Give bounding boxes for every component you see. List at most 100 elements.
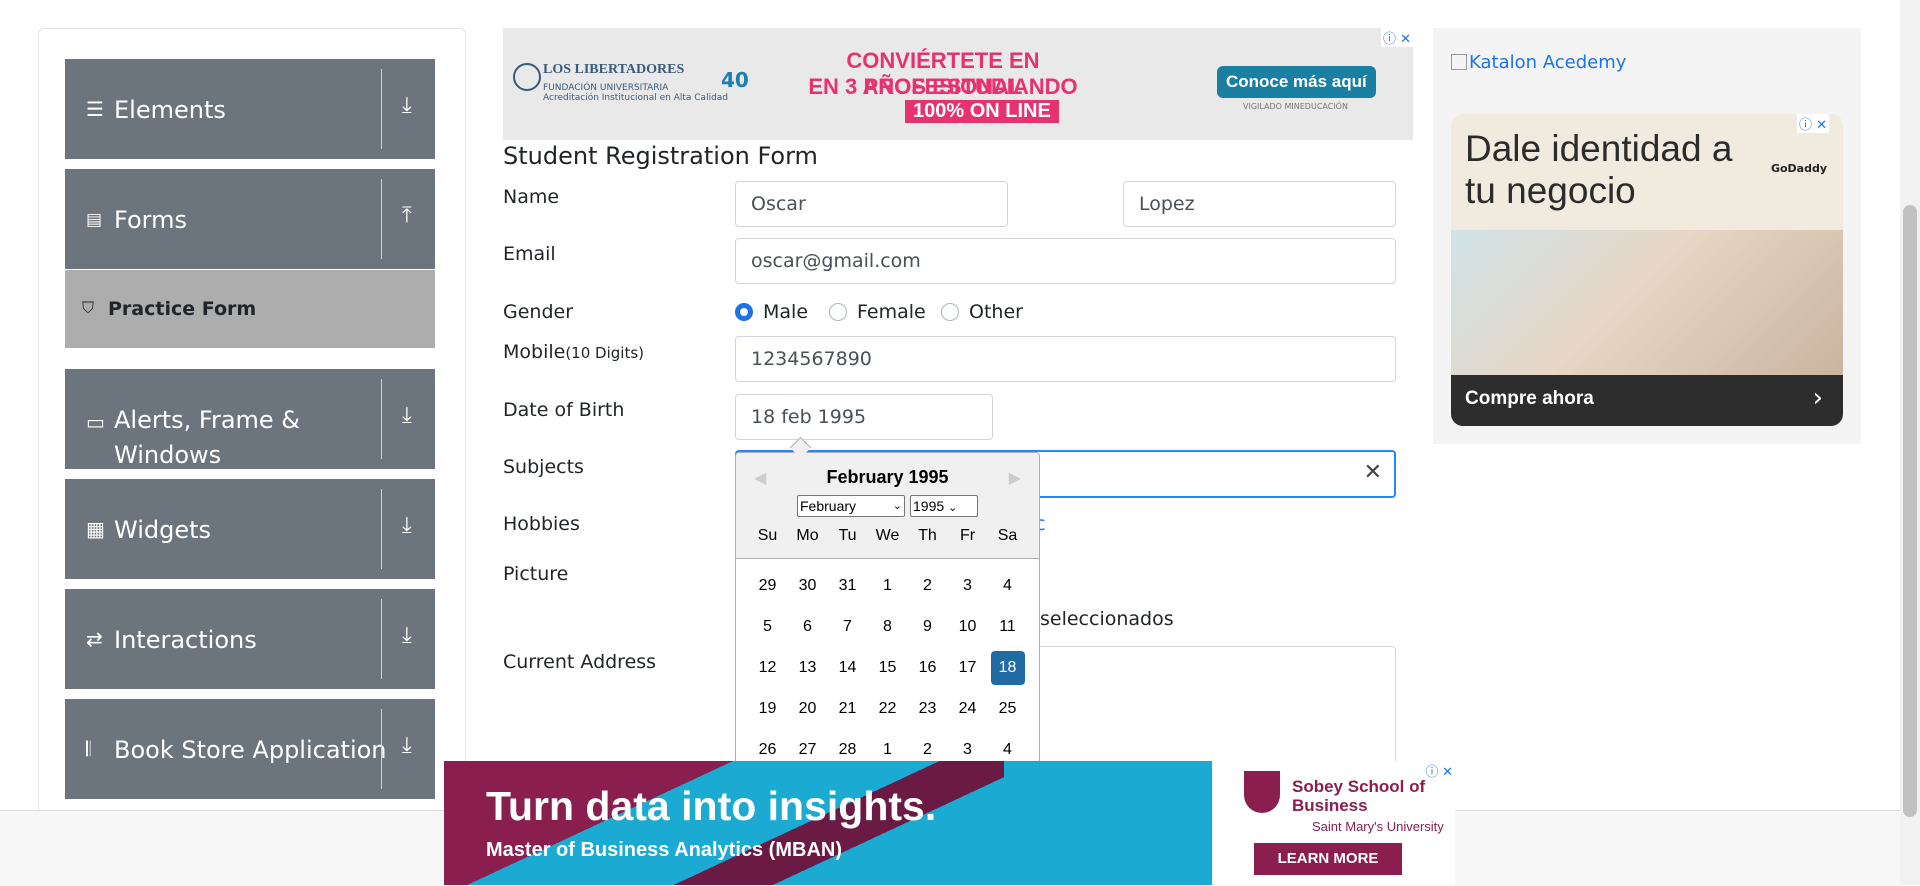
datepicker-day[interactable]: 1 [871, 733, 905, 763]
datepicker-day[interactable]: 21 [831, 692, 865, 726]
first-name-input[interactable]: Oscar [735, 181, 1008, 227]
datepicker-day[interactable]: 3 [951, 733, 985, 763]
bottom-banner-ad[interactable]: Turn data into insights. Master of Busin… [444, 761, 1455, 885]
info-icon[interactable]: ⓘ [1425, 764, 1438, 779]
datepicker-day[interactable]: 29 [751, 569, 785, 603]
upload-arrow-icon[interactable]: ⤒ [402, 203, 412, 228]
sidebar-group-forms[interactable]: ▤ Forms ⤒ [65, 169, 435, 269]
clear-icon[interactable]: ✕ [1364, 460, 1382, 485]
close-icon[interactable]: ✕ [1442, 764, 1453, 779]
ad-headline-2: EN 3 AÑOS ESTUDIANDO [808, 74, 1078, 99]
ad-cta-button[interactable]: Compre ahora › [1451, 375, 1843, 426]
dob-label: Date of Birth [503, 399, 625, 421]
learn-more-button[interactable]: LEARN MORE [1254, 843, 1402, 875]
month-select[interactable]: February ⌄ [797, 495, 905, 517]
download-arrow-icon[interactable]: ⤓ [402, 513, 412, 538]
right-sidebar-ad[interactable]: Katalon Acedemy Dale identidad a tu nego… [1433, 28, 1861, 444]
info-icon[interactable]: ⓘ [1383, 32, 1396, 47]
datepicker-day[interactable]: 15 [871, 651, 905, 685]
datepicker-day[interactable]: 11 [991, 610, 1025, 644]
datepicker-day[interactable]: 4 [991, 733, 1025, 763]
datepicker-week: 19 20 21 22 23 24 25 [736, 692, 1039, 733]
page-title: Student Registration Form [503, 142, 818, 170]
ad-choices[interactable]: ⓘ ✕ [1423, 761, 1455, 780]
radio-checked-icon[interactable] [735, 303, 753, 321]
datepicker-day[interactable]: 2 [911, 733, 945, 763]
datepicker-day[interactable]: 26 [751, 733, 785, 763]
datepicker-day[interactable]: 5 [751, 610, 785, 644]
datepicker-day[interactable]: 8 [871, 610, 905, 644]
radio-label: Female [857, 301, 926, 323]
datepicker-day[interactable]: 14 [831, 651, 865, 685]
sidebar-item-label: Practice Form [108, 298, 257, 320]
mobile-input[interactable]: 1234567890 [735, 336, 1396, 382]
download-arrow-icon[interactable]: ⤓ [402, 623, 412, 648]
datepicker-day[interactable]: 7 [831, 610, 865, 644]
sidebar-group-alerts[interactable]: ▭ Alerts, Frame & Windows ⤓ [65, 369, 435, 469]
scrollbar-thumb[interactable] [1903, 205, 1917, 817]
datepicker-day[interactable]: 20 [791, 692, 825, 726]
download-arrow-icon[interactable]: ⤓ [402, 403, 412, 428]
katalon-ad-link[interactable]: Katalon Acedemy [1451, 52, 1626, 73]
chevron-down-icon: ⌄ [892, 500, 902, 512]
sidebar-group-book-store[interactable]: 𝄃 Book Store Application ⤓ [65, 699, 435, 799]
ad-school-panel: Sobey School of Business Saint Mary's Un… [1212, 761, 1455, 885]
datepicker-day[interactable]: 25 [991, 692, 1025, 726]
datepicker-day[interactable]: 12 [751, 651, 785, 685]
dob-input[interactable]: 18 feb 1995 [735, 394, 993, 440]
godaddy-ad[interactable]: Dale identidad a tu negocio GoDaddy Comp… [1451, 114, 1843, 426]
close-icon[interactable]: ✕ [1816, 118, 1827, 133]
sidebar-group-widgets[interactable]: ▦ Widgets ⤓ [65, 479, 435, 579]
datepicker-day[interactable]: 19 [751, 692, 785, 726]
info-icon[interactable]: ⓘ [1799, 118, 1812, 133]
vertical-scrollbar[interactable] [1900, 0, 1920, 885]
datepicker-day-selected[interactable]: 18 [990, 651, 1025, 685]
email-label: Email [503, 243, 556, 265]
gender-radio-female[interactable]: Female [829, 301, 926, 323]
datepicker-day[interactable]: 2 [911, 569, 945, 603]
datepicker-day[interactable]: 30 [791, 569, 825, 603]
datepicker-day[interactable]: 16 [911, 651, 945, 685]
download-arrow-icon[interactable]: ⤓ [402, 93, 412, 118]
weekday-header: Su Mo Tu We Th Fr Sa [736, 527, 1039, 545]
datepicker-day[interactable]: 17 [951, 651, 985, 685]
datepicker-day[interactable]: 27 [791, 733, 825, 763]
datepicker-day[interactable]: 22 [871, 692, 905, 726]
sidebar-item-practice-form[interactable]: ⛉ Practice Form [65, 270, 435, 348]
radio-unchecked-icon[interactable] [829, 303, 847, 321]
datepicker-day[interactable]: 6 [791, 610, 825, 644]
datepicker-day[interactable]: 10 [951, 610, 985, 644]
gender-radio-male[interactable]: Male [735, 301, 808, 323]
datepicker-day[interactable]: 24 [951, 692, 985, 726]
year-select[interactable]: 1995 ⌄ [910, 495, 978, 517]
last-name-input[interactable]: Lopez [1123, 181, 1396, 227]
email-input[interactable]: oscar@gmail.com [735, 238, 1396, 284]
close-icon[interactable]: ✕ [1400, 32, 1411, 47]
gender-radio-other[interactable]: Other [941, 301, 1023, 323]
sidebar-group-interactions[interactable]: ⇄ Interactions ⤓ [65, 589, 435, 689]
document-icon: ▤ [86, 210, 103, 230]
divider [381, 379, 382, 459]
weekday-label: Th [918, 527, 937, 544]
radio-unchecked-icon[interactable] [941, 303, 959, 321]
html5-icon: ⛉ [82, 298, 95, 317]
download-arrow-icon[interactable]: ⤓ [402, 733, 412, 758]
datepicker-day[interactable]: 13 [791, 651, 825, 685]
datepicker-day[interactable]: 31 [831, 569, 865, 603]
datepicker-day[interactable]: 3 [951, 569, 985, 603]
sidebar-group-elements[interactable]: ☰ Elements ⤓ [65, 59, 435, 159]
datepicker-day[interactable]: 4 [991, 569, 1025, 603]
subjects-label: Subjects [503, 456, 584, 478]
ad-choices[interactable]: ⓘ ✕ [1796, 114, 1829, 133]
weekday-label: Mo [796, 527, 819, 544]
datepicker-day[interactable]: 28 [831, 733, 865, 763]
datepicker-day[interactable]: 23 [911, 692, 945, 726]
top-banner-ad[interactable]: LOS LIBERTADORES FUNDACIÓN UNIVERSITARIA… [503, 28, 1413, 140]
next-month-icon[interactable]: ▶ [1009, 468, 1021, 488]
datepicker-day[interactable]: 9 [911, 610, 945, 644]
ad-choices[interactable]: ⓘ ✕ [1380, 28, 1413, 47]
sidebar-group-label: Interactions [114, 626, 257, 654]
datepicker-day[interactable]: 1 [871, 569, 905, 603]
ad-cta-button[interactable]: Conoce más aquí [1217, 66, 1376, 98]
ad-subline: Master of Business Analytics (MBAN) [486, 839, 842, 861]
